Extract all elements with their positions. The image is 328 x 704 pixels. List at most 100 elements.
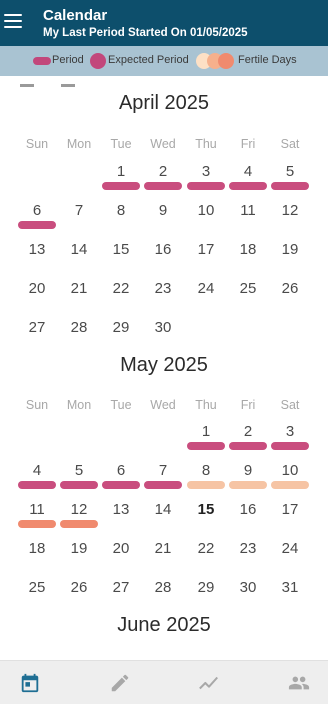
weekday-header-sun: Sun	[25, 137, 49, 151]
chart-line-icon	[199, 676, 218, 690]
day-cell[interactable]: 23	[143, 280, 183, 297]
day-cell[interactable]: 14	[143, 501, 183, 518]
day-cell[interactable]: 20	[17, 280, 57, 297]
day-cell[interactable]: 10	[186, 202, 226, 219]
day-cell[interactable]: 2	[228, 423, 268, 440]
day-cell[interactable]: 30	[228, 579, 268, 596]
calendar-icon	[21, 673, 39, 693]
nav-community-tab[interactable]	[258, 661, 328, 704]
day-cell[interactable]: 12	[59, 501, 99, 518]
period-day-marker	[60, 481, 98, 489]
day-cell[interactable]: 3	[270, 423, 310, 440]
period-legend-label: Period	[52, 54, 84, 66]
people-icon	[288, 676, 310, 690]
day-cell[interactable]: 26	[270, 280, 310, 297]
day-cell[interactable]: 20	[101, 540, 141, 557]
weekday-header-wed: Wed	[150, 137, 176, 151]
period-day-marker	[144, 182, 182, 190]
day-cell[interactable]: 18	[17, 540, 57, 557]
day-cell[interactable]: 21	[143, 540, 183, 557]
day-cell[interactable]: 30	[143, 319, 183, 336]
day-cell[interactable]: 4	[228, 163, 268, 180]
day-cell[interactable]: 9	[143, 202, 183, 219]
day-cell[interactable]: 10	[270, 462, 310, 479]
period-day-marker	[102, 182, 140, 190]
weekday-header-thu: Thu	[195, 137, 217, 151]
day-cell[interactable]: 1	[101, 163, 141, 180]
day-cell[interactable]: 15	[186, 501, 226, 518]
day-cell[interactable]: 29	[101, 319, 141, 336]
hamburger-menu-icon[interactable]	[4, 11, 24, 31]
day-cell[interactable]: 25	[17, 579, 57, 596]
day-cell[interactable]: 29	[186, 579, 226, 596]
day-cell[interactable]: 3	[186, 163, 226, 180]
day-cell[interactable]: 21	[59, 280, 99, 297]
day-cell[interactable]: 4	[17, 462, 57, 479]
day-cell[interactable]: 13	[17, 241, 57, 258]
fertile-days-legend-label: Fertile Days	[238, 54, 297, 66]
day-cell[interactable]: 31	[270, 579, 310, 596]
period-day-marker	[18, 481, 56, 489]
day-cell[interactable]: 24	[270, 540, 310, 557]
month-title-april: April 2025	[118, 92, 210, 114]
day-cell[interactable]: 5	[59, 462, 99, 479]
page-title: Calendar	[43, 7, 108, 24]
day-cell[interactable]: 12	[270, 202, 310, 219]
day-cell[interactable]: 16	[143, 241, 183, 258]
month-title-may: May 2025	[120, 354, 208, 376]
fertile-day-marker	[187, 481, 225, 489]
period-day-marker	[271, 182, 309, 190]
period-day-marker	[271, 442, 309, 450]
period-day-marker	[229, 442, 267, 450]
day-cell[interactable]: 5	[270, 163, 310, 180]
day-cell[interactable]: 23	[228, 540, 268, 557]
day-cell[interactable]: 27	[17, 319, 57, 336]
day-cell[interactable]: 8	[186, 462, 226, 479]
day-cell[interactable]: 17	[186, 241, 226, 258]
day-cell[interactable]: 24	[186, 280, 226, 297]
day-cell[interactable]: 16	[228, 501, 268, 518]
day-cell[interactable]: 1	[186, 423, 226, 440]
period-day-marker	[187, 182, 225, 190]
day-cell[interactable]: 9	[228, 462, 268, 479]
period-day-marker	[229, 182, 267, 190]
expected-period-legend-swatch	[90, 53, 106, 69]
day-cell[interactable]: 11	[228, 202, 268, 219]
day-cell[interactable]: 2	[143, 163, 183, 180]
weekday-header-wed: Wed	[150, 398, 176, 412]
day-cell[interactable]: 6	[101, 462, 141, 479]
weekday-header-tue: Tue	[110, 137, 132, 151]
bottom-navigation	[0, 660, 328, 704]
nav-trends-tab[interactable]	[168, 661, 250, 704]
fertile-day-marker	[229, 481, 267, 489]
nav-edit-tab[interactable]	[79, 661, 161, 704]
previous-month-partial-row	[20, 76, 308, 87]
day-cell[interactable]: 22	[186, 540, 226, 557]
day-cell[interactable]: 18	[228, 241, 268, 258]
day-cell[interactable]: 7	[59, 202, 99, 219]
day-cell[interactable]: 15	[101, 241, 141, 258]
calendar-scroll-area[interactable]: April 2025 May 2025 June 2025 Sun Mon Tue W…	[0, 76, 328, 660]
weekday-header-sun: Sun	[25, 398, 49, 412]
period-legend-swatch	[33, 57, 51, 65]
month-title-june: June 2025	[117, 614, 211, 636]
last-period-subtitle: My Last Period Started On 01/05/2025	[43, 27, 248, 39]
day-cell[interactable]: 19	[270, 241, 310, 258]
day-cell[interactable]: 27	[101, 579, 141, 596]
day-cell[interactable]: 25	[228, 280, 268, 297]
day-cell[interactable]: 7	[143, 462, 183, 479]
day-cell[interactable]: 28	[59, 319, 99, 336]
legend-bar: Period Expected Period Fertile Days	[0, 46, 328, 76]
nav-calendar-tab[interactable]	[0, 661, 71, 704]
day-cell[interactable]: 22	[101, 280, 141, 297]
day-cell[interactable]: 28	[143, 579, 183, 596]
day-cell[interactable]: 14	[59, 241, 99, 258]
pencil-icon	[111, 674, 129, 692]
day-cell[interactable]: 17	[270, 501, 310, 518]
day-cell[interactable]: 19	[59, 540, 99, 557]
day-cell[interactable]: 26	[59, 579, 99, 596]
day-cell[interactable]: 8	[101, 202, 141, 219]
day-cell[interactable]: 6	[17, 202, 57, 219]
day-cell[interactable]: 13	[101, 501, 141, 518]
day-cell[interactable]: 11	[17, 501, 57, 518]
